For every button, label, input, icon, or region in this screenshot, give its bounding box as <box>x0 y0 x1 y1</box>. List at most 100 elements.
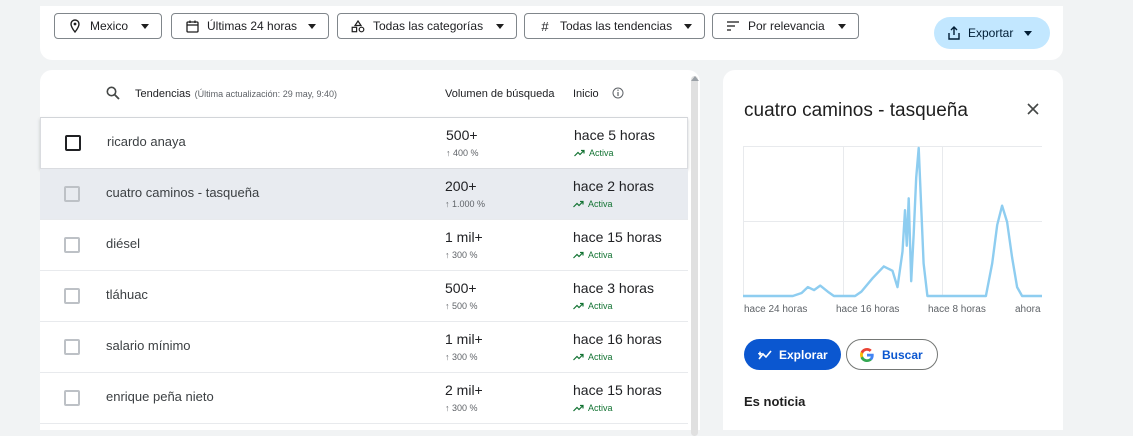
status-badge: Activa <box>573 352 613 362</box>
scroll-up-icon[interactable] <box>691 76 699 81</box>
status-label: Activa <box>588 199 613 209</box>
start-time: hace 2 horas <box>573 178 654 194</box>
share-icon <box>948 26 960 40</box>
row-checkbox[interactable] <box>64 288 80 304</box>
start-time: hace 3 horas <box>573 280 654 296</box>
info-icon[interactable] <box>612 87 624 102</box>
trending-up-icon <box>573 353 584 361</box>
chevron-down-icon <box>308 24 316 29</box>
sort-icon <box>725 21 741 31</box>
status-badge: Activa <box>573 250 613 260</box>
status-label: Activa <box>588 352 613 362</box>
export-button[interactable]: Exportar <box>934 17 1050 49</box>
status-badge: Activa <box>573 403 613 413</box>
trending-up-icon <box>573 251 584 259</box>
table-row[interactable]: diésel 1 mil+ ↑ 300 % hace 15 horas Activa <box>40 220 688 271</box>
volume-change: ↑ 400 % <box>446 148 479 158</box>
search-icon[interactable] <box>106 86 120 103</box>
trend-name: cuatro caminos - tasqueña <box>106 185 260 200</box>
explore-button[interactable]: Explorar <box>744 339 841 370</box>
table-row[interactable]: tláhuac 500+ ↑ 500 % hace 3 horas Activa <box>40 271 688 322</box>
row-checkbox[interactable] <box>64 339 80 355</box>
status-badge: Activa <box>574 148 614 158</box>
trend-name: enrique peña nieto <box>106 389 214 404</box>
volume-change: ↑ 300 % <box>445 352 478 362</box>
start-column-header[interactable]: Inicio <box>573 88 599 100</box>
row-checkbox[interactable] <box>65 135 81 151</box>
trend-detail-panel: cuatro caminos - tasqueña hace 24 horas h… <box>723 70 1063 430</box>
category-icon <box>350 19 366 33</box>
location-filter[interactable]: Mexico <box>54 13 162 39</box>
trending-up-icon <box>573 200 584 208</box>
status-badge: Activa <box>573 199 613 209</box>
trending-up-icon <box>573 302 584 310</box>
row-checkbox[interactable] <box>64 237 80 253</box>
table-row[interactable]: ricardo anaya 500+ ↑ 400 % hace 5 horas Acti… <box>40 118 688 169</box>
trending-up-icon <box>574 149 585 157</box>
status-label: Activa <box>588 301 613 311</box>
table-row[interactable]: cuatro caminos - tasqueña 200+ ↑ 1.000 % ha… <box>40 169 688 220</box>
search-volume: 1 mil+ <box>445 229 483 245</box>
volume-change: ↑ 300 % <box>445 403 478 413</box>
trends-table: Tendencias (Última actualización: 29 may,… <box>40 70 700 436</box>
search-volume: 200+ <box>445 178 477 194</box>
row-checkbox[interactable] <box>64 390 80 406</box>
category-filter[interactable]: Todas las categorías <box>337 13 517 39</box>
trend-name: ricardo anaya <box>107 134 186 149</box>
close-icon[interactable] <box>1027 102 1039 120</box>
volume-change: ↑ 500 % <box>445 301 478 311</box>
sort-filter-label: Por relevancia <box>748 19 825 33</box>
volume-column-header[interactable]: Volumen de búsqueda <box>445 88 561 100</box>
x-tick-label: hace 16 horas <box>836 304 900 315</box>
x-tick-label: ahora <box>1015 304 1041 315</box>
trends-filter[interactable]: # Todas las tendencias <box>524 13 705 39</box>
time-filter[interactable]: Últimas 24 horas <box>171 13 329 39</box>
trend-name: salario mínimo <box>106 338 191 353</box>
category-filter-label: Todas las categorías <box>373 19 484 33</box>
search-volume: 500+ <box>446 127 478 143</box>
trend-name: tláhuac <box>106 287 148 302</box>
row-checkbox[interactable] <box>64 186 80 202</box>
volume-change: ↑ 1.000 % <box>445 199 486 209</box>
x-tick-label: hace 24 horas <box>744 304 808 315</box>
search-volume: 1 mil+ <box>445 331 483 347</box>
trend-name: diésel <box>106 236 140 251</box>
status-label: Activa <box>588 250 613 260</box>
start-time: hace 15 horas <box>573 382 662 398</box>
x-tick-label: hace 8 horas <box>928 304 986 315</box>
location-filter-label: Mexico <box>90 19 129 33</box>
hashtag-icon: # <box>541 18 549 34</box>
trends-column-header: Tendencias (Última actualización: 29 may,… <box>135 88 338 100</box>
search-volume: 2 mil+ <box>445 382 483 398</box>
news-heading: Es noticia <box>744 394 806 409</box>
search-volume: 500+ <box>445 280 477 296</box>
volume-change: ↑ 300 % <box>445 250 478 260</box>
status-badge: Activa <box>573 301 613 311</box>
scrollbar[interactable] <box>691 76 698 436</box>
status-label: Activa <box>589 148 614 158</box>
status-label: Activa <box>588 403 613 413</box>
chevron-down-icon <box>684 24 692 29</box>
chevron-down-icon <box>141 24 149 29</box>
sort-filter[interactable]: Por relevancia <box>712 13 859 39</box>
explore-icon <box>758 349 772 361</box>
start-time: hace 16 horas <box>573 331 662 347</box>
google-icon <box>859 347 875 363</box>
search-button-label: Buscar <box>882 347 923 362</box>
table-header: Tendencias (Última actualización: 29 may,… <box>40 70 688 118</box>
table-row[interactable]: salario mínimo 1 mil+ ↑ 300 % hace 16 horas… <box>40 322 688 373</box>
chevron-down-icon <box>838 24 846 29</box>
start-time: hace 15 horas <box>573 229 662 245</box>
search-button[interactable]: Buscar <box>846 339 938 370</box>
chevron-down-icon <box>496 24 504 29</box>
chevron-down-icon <box>1024 31 1032 36</box>
export-button-label: Exportar <box>968 26 1014 40</box>
panel-title: cuatro caminos - tasqueña <box>744 100 968 121</box>
location-pin-icon <box>67 19 83 33</box>
trends-filter-label: Todas las tendencias <box>560 19 673 33</box>
table-row[interactable]: enrique peña nieto 2 mil+ ↑ 300 % hace 15 h… <box>40 373 688 424</box>
last-updated-text: (Última actualización: 29 may, 9:40) <box>194 89 338 99</box>
start-time: hace 5 horas <box>574 127 655 143</box>
time-filter-label: Últimas 24 horas <box>207 19 298 33</box>
trending-up-icon <box>573 404 584 412</box>
